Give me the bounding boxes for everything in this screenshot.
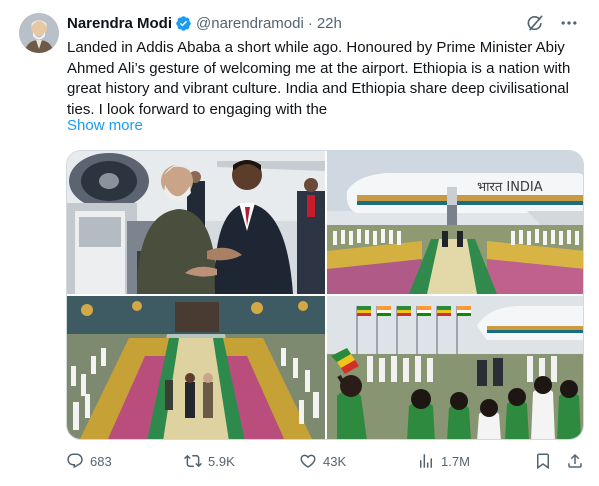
tweet-header: Narendra Modi @narendramodi · 22h — [67, 12, 342, 34]
reply-icon — [67, 453, 83, 469]
author-avatar[interactable] — [19, 13, 59, 53]
bookmark-icon — [537, 453, 549, 470]
views-button[interactable]: 1.7M — [417, 452, 470, 470]
tweet: Narendra Modi @narendramodi · 22h Landed… — [0, 0, 599, 486]
photo-crowd-flags — [327, 296, 583, 439]
reply-button[interactable]: 683 — [66, 452, 112, 470]
photo-carpet-walk — [67, 296, 325, 439]
media-grid: भारत INDIA — [66, 150, 584, 440]
tweet-actions: 683 5.9K 43K 1.7M — [66, 452, 586, 476]
share-button[interactable] — [566, 452, 584, 470]
verified-badge-icon[interactable] — [175, 15, 192, 32]
share-icon — [568, 453, 582, 468]
media-photo-4[interactable] — [327, 296, 583, 439]
views-count: 1.7M — [441, 453, 470, 469]
aircraft-livery-text: भारत INDIA — [477, 180, 543, 195]
more-options-icon[interactable] — [559, 13, 579, 33]
repost-count: 5.9K — [208, 453, 235, 469]
top-actions — [525, 13, 579, 33]
bookmark-button[interactable] — [534, 452, 552, 470]
separator-dot: · — [307, 14, 313, 32]
photo-aircraft-welcome: भारत INDIA — [327, 151, 583, 294]
media-photo-1[interactable] — [67, 151, 325, 294]
show-more-link[interactable]: Show more — [67, 117, 143, 134]
reply-count: 683 — [90, 453, 112, 469]
author-handle[interactable]: @narendramodi — [196, 15, 304, 32]
media-photo-3[interactable] — [67, 296, 325, 439]
tweet-text: Landed in Addis Ababa a short while ago.… — [67, 39, 571, 118]
media-photo-2[interactable]: भारत INDIA — [327, 151, 583, 294]
photo-leaders-embrace — [67, 151, 325, 294]
like-button[interactable]: 43K — [299, 452, 346, 470]
post-time[interactable]: 22h — [317, 15, 342, 32]
views-chart-icon — [420, 454, 432, 468]
heart-icon — [300, 454, 316, 468]
grok-icon[interactable] — [525, 13, 545, 33]
like-count: 43K — [323, 453, 347, 469]
author-name[interactable]: Narendra Modi — [67, 15, 172, 32]
repost-button[interactable]: 5.9K — [184, 452, 235, 470]
repost-icon — [184, 454, 202, 468]
